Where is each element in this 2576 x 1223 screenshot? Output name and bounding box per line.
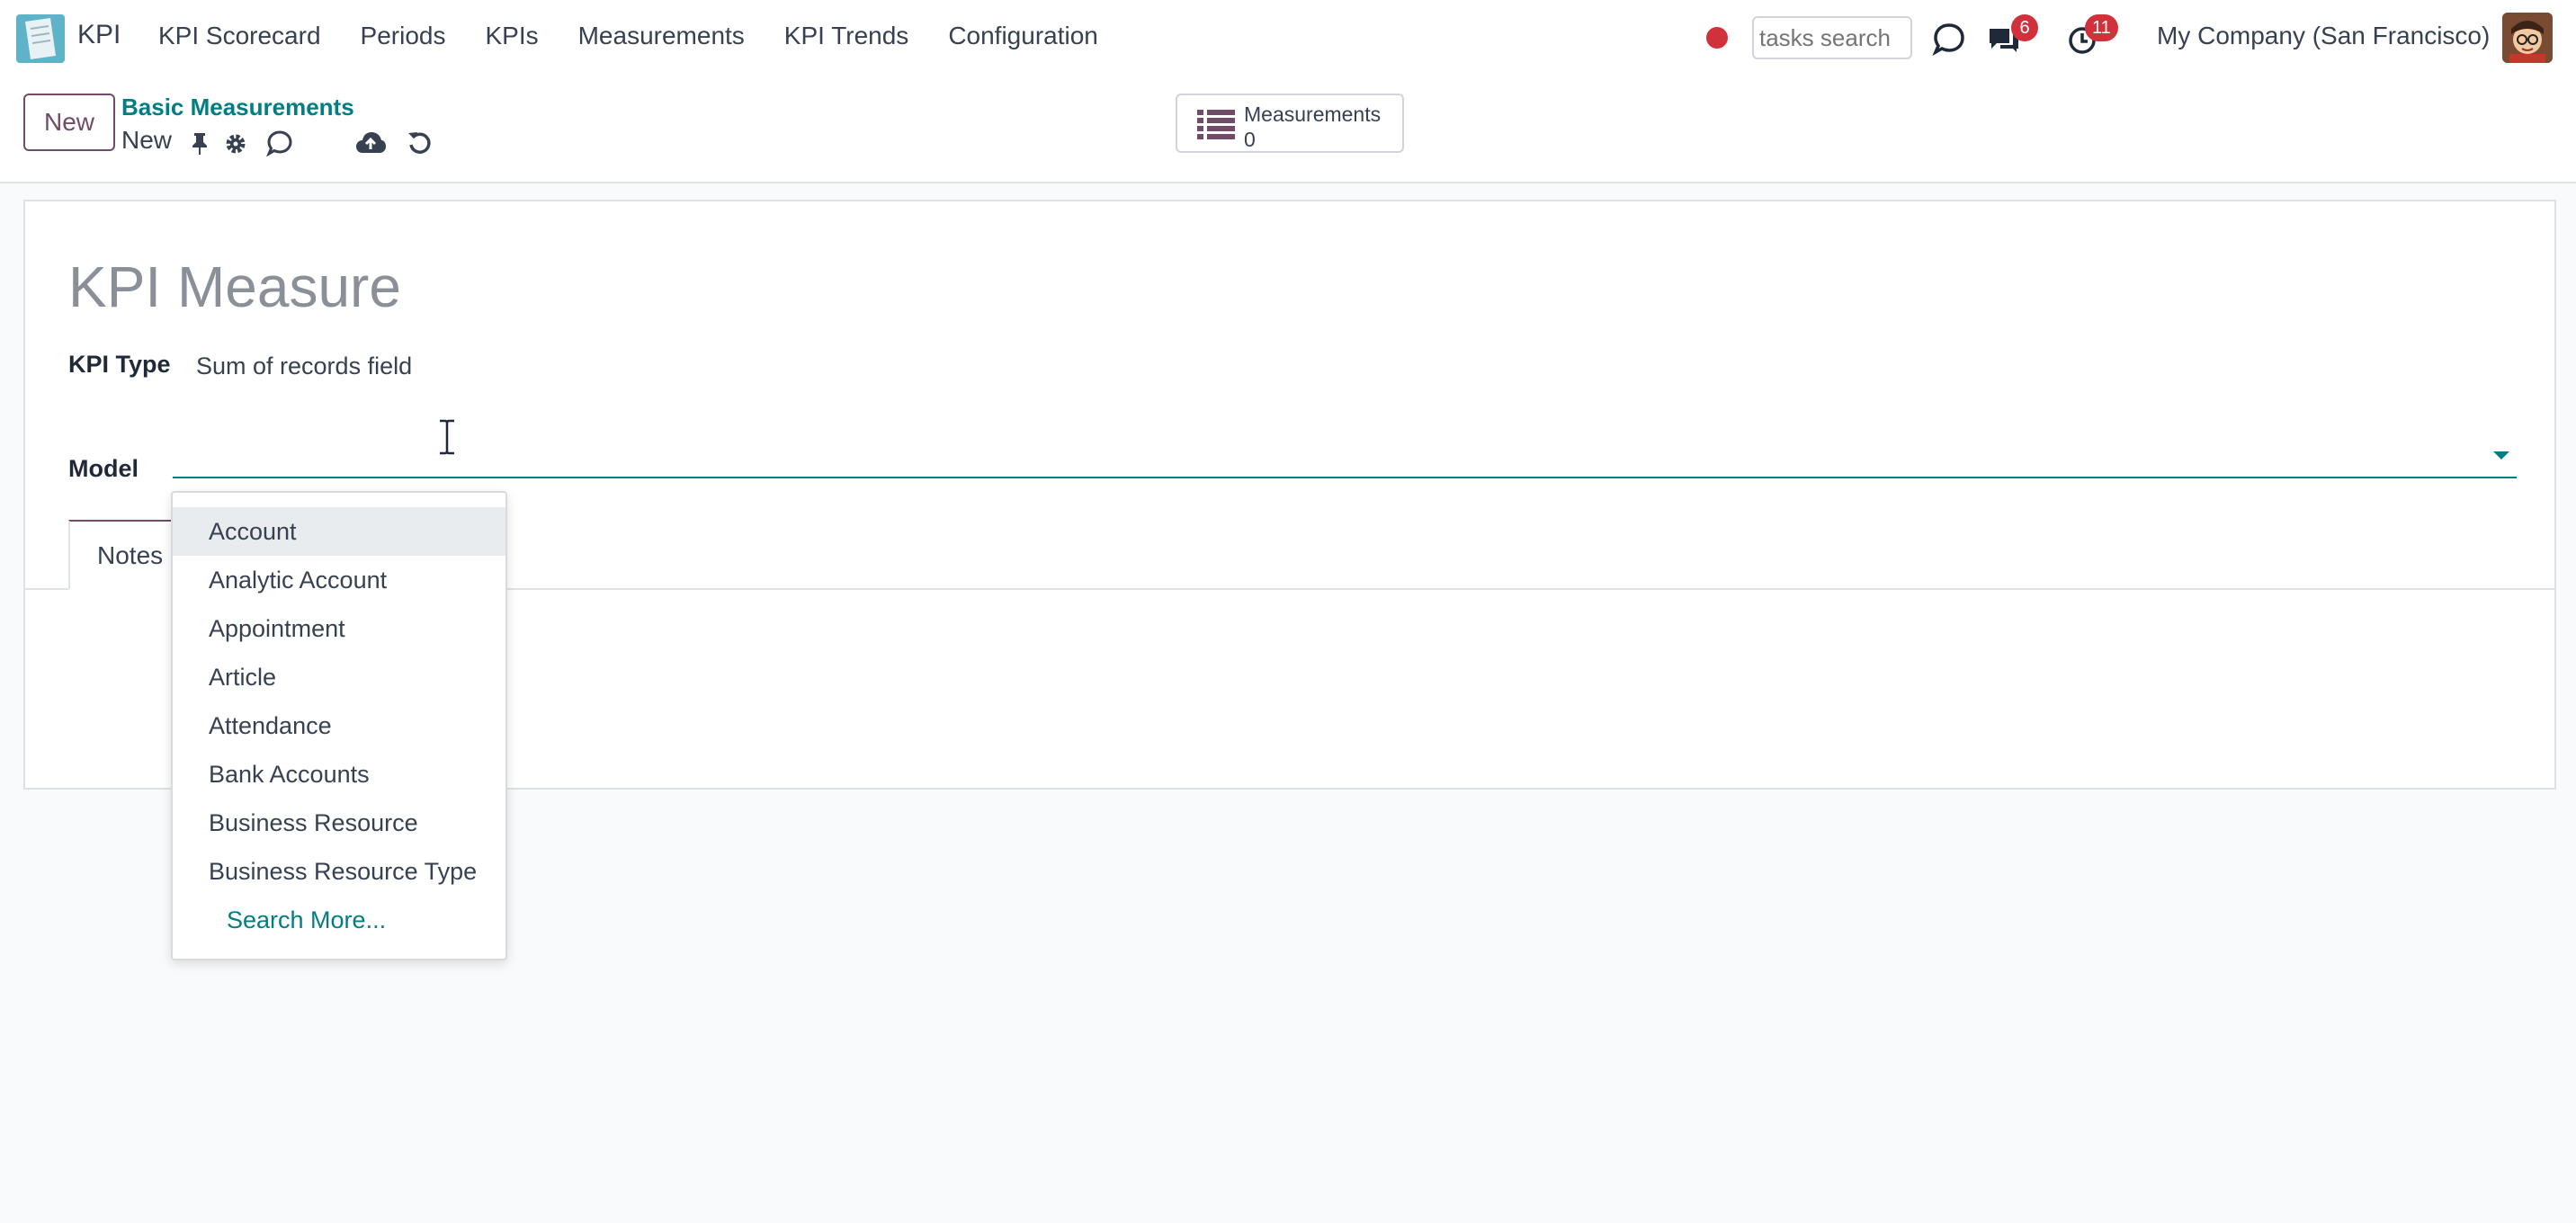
record-name-input[interactable]: KPI Measure — [68, 254, 401, 320]
menu-kpi-scorecard[interactable]: KPI Scorecard — [158, 22, 321, 50]
smart-button-label: Measurements — [1244, 103, 1382, 126]
measurements-smart-button[interactable]: Measurements 0 — [1176, 94, 1404, 153]
tab-notes-label: Notes — [97, 541, 164, 569]
kpi-app-icon[interactable] — [16, 14, 65, 63]
menu-kpi-trends[interactable]: KPI Trends — [784, 22, 909, 50]
text-cursor-icon — [437, 419, 457, 460]
app-name[interactable]: KPI — [77, 20, 121, 50]
model-field[interactable] — [173, 435, 2517, 478]
gear-icon[interactable] — [223, 131, 248, 161]
company-switcher[interactable]: My Company (San Francisco) — [2157, 22, 2490, 50]
main-menu: KPI Scorecard Periods KPIs Measurements … — [158, 22, 1138, 50]
menu-kpis[interactable]: KPIs — [485, 22, 538, 50]
dropdown-item-attendance[interactable]: Attendance — [173, 701, 505, 750]
chevron-down-icon[interactable] — [2493, 451, 2509, 460]
breadcrumb-parent-link[interactable]: Basic Measurements — [121, 94, 354, 121]
chat-bubble-icon[interactable] — [1932, 22, 1966, 60]
chatter-icon[interactable] — [265, 129, 293, 161]
menu-configuration[interactable]: Configuration — [948, 22, 1098, 50]
dropdown-item-business-resource[interactable]: Business Resource — [173, 799, 505, 847]
discard-undo-icon[interactable] — [407, 129, 434, 161]
dropdown-item-article[interactable]: Article — [173, 653, 505, 701]
breadcrumb-current: New — [121, 126, 173, 154]
pin-icon[interactable] — [189, 131, 210, 161]
top-navbar: KPI KPI Scorecard Periods KPIs Measureme… — [0, 0, 2576, 77]
search-more-link[interactable]: Search More... — [227, 906, 386, 934]
control-panel: New Basic Measurements New Measurements … — [0, 77, 2576, 183]
kpi-type-value[interactable]: Sum of records field — [196, 353, 412, 380]
dropdown-item-bank-accounts[interactable]: Bank Accounts — [173, 750, 505, 799]
save-cloud-icon[interactable] — [354, 129, 387, 161]
list-icon — [1197, 110, 1235, 139]
dropdown-item-account[interactable]: Account — [173, 507, 505, 556]
user-avatar[interactable] — [2502, 13, 2553, 63]
model-label: Model — [68, 455, 139, 482]
dropdown-item-appointment[interactable]: Appointment — [173, 604, 505, 653]
menu-periods[interactable]: Periods — [361, 22, 446, 50]
menu-measurements[interactable]: Measurements — [578, 22, 745, 50]
kpi-type-label: KPI Type — [68, 351, 171, 378]
new-record-button[interactable]: New — [23, 94, 115, 151]
smart-button-count: 0 — [1244, 128, 1256, 151]
activities-count-badge: 11 — [2085, 14, 2118, 41]
dropdown-item-analytic-account[interactable]: Analytic Account — [173, 556, 505, 604]
messages-count-badge: 6 — [2011, 14, 2038, 41]
dropdown-item-business-resource-type[interactable]: Business Resource Type — [173, 847, 505, 896]
model-autocomplete-dropdown: Account Analytic Account Appointment Art… — [171, 491, 507, 960]
tasks-search-input[interactable] — [1752, 16, 1912, 59]
recording-indicator-icon[interactable] — [1706, 27, 1728, 49]
